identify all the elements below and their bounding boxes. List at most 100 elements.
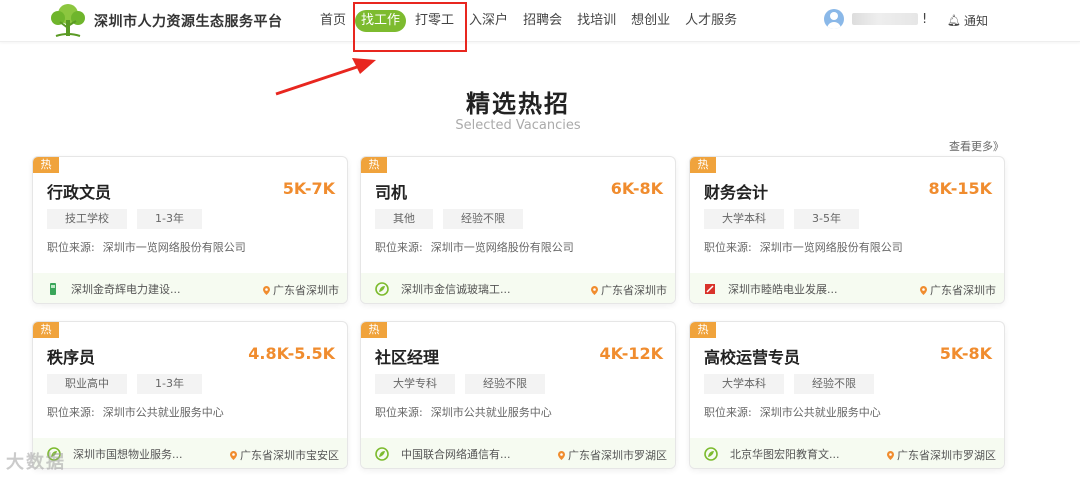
- nav-talent-services[interactable]: 人才服务: [679, 10, 743, 32]
- company-name[interactable]: 深圳市国想物业服务...: [73, 446, 183, 462]
- source-value: 深圳市公共就业服务中心: [102, 406, 224, 419]
- company-logo-icon: [705, 284, 715, 294]
- source-prefix: 职位来源:: [704, 406, 752, 419]
- job-card[interactable]: 热秩序员 4.8K-5.5K 职业高中 1-3年 职位来源: 深圳市公共就业服务中心 深圳市…: [32, 321, 348, 469]
- job-source: 职位来源: 深圳市一览网络股份有限公司: [47, 239, 246, 255]
- experience-tag: 经验不限: [465, 374, 545, 394]
- job-tags: 其他 经验不限: [375, 209, 533, 229]
- job-source: 职位来源: 深圳市公共就业服务中心: [704, 404, 881, 420]
- salary: 5K-7K: [282, 179, 335, 198]
- job-location: 广东省深圳市罗湖区: [887, 447, 996, 463]
- location-pin-icon: [591, 285, 598, 295]
- company-logo-icon: [50, 283, 56, 295]
- job-card[interactable]: 热行政文员 5K-7K 技工学校 1-3年职位来源: 深圳市一览网络股份有限公司深圳金奇…: [32, 156, 348, 304]
- location-pin-icon: [920, 285, 927, 295]
- site-logo[interactable]: 深圳市人力资源生态服务平台: [46, 2, 283, 40]
- salary: 4.8K-5.5K: [248, 344, 335, 363]
- source-prefix: 职位来源:: [375, 406, 423, 419]
- hot-badge: 热: [33, 322, 59, 338]
- location-text: 广东省深圳市罗湖区: [568, 449, 667, 462]
- nav-hukou[interactable]: 入深户: [463, 10, 514, 32]
- experience-tag: 1-3年: [137, 209, 202, 229]
- job-card[interactable]: 热司机 6K-8K 其他 经验不限 职位来源: 深圳市一览网络股份有限公司 深圳市金信诚玻璃…: [360, 156, 676, 304]
- notify-label: 通知: [963, 14, 988, 28]
- source-value: 深圳市公共就业服务中心: [430, 406, 552, 419]
- job-card[interactable]: 热高校运营专员 5K-8K 大学本科 经验不限职位来源: 深圳市公共就业服务中心北京华图…: [689, 321, 1005, 469]
- job-title[interactable]: 社区经理: [375, 344, 439, 368]
- job-tags: 大学本科 3-5年: [704, 209, 869, 229]
- top-header: 深圳市人力资源生态服务平台 首页 找工作 打零工 入深户 招聘会 找培训 想创业…: [0, 0, 1080, 42]
- education-tag: 大学本科: [704, 209, 784, 229]
- job-card[interactable]: 热财务会计 8K-15K 大学本科 3-5年职位来源: 深圳市一览网络股份有限公司深圳市…: [689, 156, 1005, 304]
- experience-tag: 经验不限: [794, 374, 874, 394]
- source-prefix: 职位来源:: [375, 241, 423, 254]
- job-title[interactable]: 秩序员: [47, 344, 95, 368]
- card-footer: 深圳市金信诚玻璃工... 广东省深圳市: [361, 273, 675, 303]
- location-pin-icon: [230, 450, 237, 460]
- bell-icon: 🔔︎: [947, 14, 961, 27]
- job-title[interactable]: 行政文员: [47, 179, 111, 203]
- experience-tag: 3-5年: [794, 209, 859, 229]
- nav-training[interactable]: 找培训: [571, 10, 622, 32]
- user-menu[interactable]: !: [824, 9, 927, 29]
- education-tag: 大学专科: [375, 374, 455, 394]
- section-title: 精选热招: [466, 90, 570, 118]
- education-tag: 技工学校: [47, 209, 127, 229]
- company-name[interactable]: 北京华图宏阳教育文...: [730, 446, 840, 462]
- card-footer: 北京华图宏阳教育文... 广东省深圳市罗湖区: [690, 438, 1004, 468]
- source-prefix: 职位来源:: [704, 241, 752, 254]
- hot-badge: 热: [33, 157, 59, 173]
- job-title[interactable]: 司机: [375, 179, 407, 203]
- card-footer: 深圳市睦皓电业发展... 广东省深圳市: [690, 273, 1004, 303]
- annotation-highlight-box: [353, 2, 467, 52]
- company-name[interactable]: 深圳市睦皓电业发展...: [728, 281, 838, 297]
- location-pin-icon: [263, 285, 270, 295]
- avatar[interactable]: [824, 9, 844, 29]
- salary: 5K-8K: [939, 344, 992, 363]
- greeting-suffix: !: [922, 11, 928, 27]
- company-name[interactable]: 深圳金奇辉电力建设...: [71, 281, 181, 297]
- blurred-username: [852, 13, 918, 25]
- notify-link[interactable]: 🔔︎ 通知: [947, 12, 988, 29]
- card-footer: 中国联合网络通信有... 广东省深圳市罗湖区: [361, 438, 675, 468]
- location-pin-icon: [558, 450, 565, 460]
- job-title[interactable]: 财务会计: [704, 179, 768, 203]
- company-name[interactable]: 中国联合网络通信有...: [401, 446, 511, 462]
- nav-job-fair[interactable]: 招聘会: [517, 10, 568, 32]
- job-location: 广东省深圳市: [263, 282, 339, 298]
- job-card[interactable]: 热社区经理 4K-12K 大学专科 经验不限职位来源: 深圳市公共就业服务中心中国联合网…: [360, 321, 676, 469]
- view-more-link[interactable]: 查看更多》: [949, 138, 1004, 154]
- nav-startup[interactable]: 想创业: [625, 10, 676, 32]
- site-title: 深圳市人力资源生态服务平台: [94, 14, 283, 30]
- leaf-icon: [375, 282, 389, 296]
- job-tags: 大学本科 经验不限: [704, 374, 884, 394]
- card-footer: 深圳金奇辉电力建设... 广东省深圳市: [33, 273, 347, 303]
- job-location: 广东省深圳市: [591, 282, 667, 298]
- hot-badge: 热: [361, 322, 387, 338]
- source-value: 深圳市一览网络股份有限公司: [759, 241, 903, 254]
- hot-badge: 热: [690, 157, 716, 173]
- education-tag: 其他: [375, 209, 433, 229]
- location-text: 广东省深圳市: [273, 284, 339, 297]
- job-title[interactable]: 高校运营专员: [704, 344, 800, 368]
- salary: 8K-15K: [928, 179, 992, 198]
- job-tags: 职业高中 1-3年: [47, 374, 212, 394]
- source-value: 深圳市一览网络股份有限公司: [430, 241, 574, 254]
- job-source: 职位来源: 深圳市一览网络股份有限公司: [375, 239, 574, 255]
- card-footer: 深圳市国想物业服务... 广东省深圳市宝安区: [33, 438, 347, 468]
- job-location: 广东省深圳市宝安区: [230, 447, 339, 463]
- watermark: 大数据: [6, 452, 66, 473]
- job-tags: 大学专科 经验不限: [375, 374, 555, 394]
- job-source: 职位来源: 深圳市一览网络股份有限公司: [704, 239, 903, 255]
- job-source: 职位来源: 深圳市公共就业服务中心: [375, 404, 552, 420]
- nav-home[interactable]: 首页: [314, 10, 352, 32]
- tree-logo-icon: [51, 4, 85, 37]
- hot-badge: 热: [361, 157, 387, 173]
- company-name[interactable]: 深圳市金信诚玻璃工...: [401, 281, 511, 297]
- experience-tag: 经验不限: [443, 209, 523, 229]
- job-location: 广东省深圳市罗湖区: [558, 447, 667, 463]
- leaf-icon: [704, 447, 718, 461]
- source-value: 深圳市一览网络股份有限公司: [102, 241, 246, 254]
- salary: 4K-12K: [599, 344, 663, 363]
- hot-badge: 热: [690, 322, 716, 338]
